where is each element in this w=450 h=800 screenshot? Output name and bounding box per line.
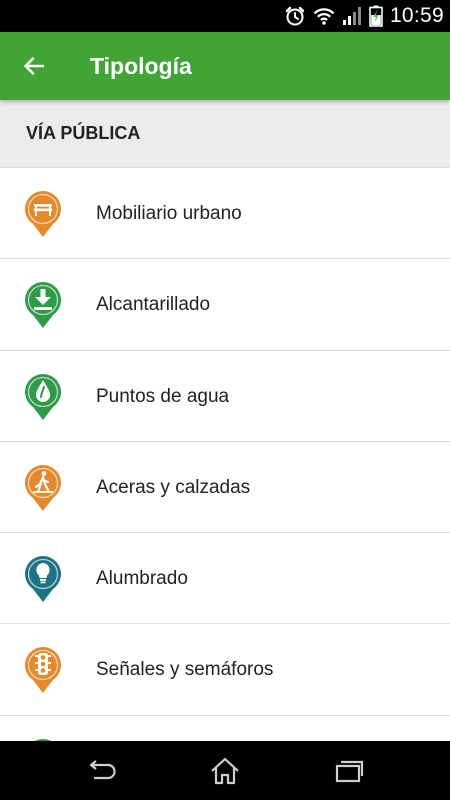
back-button[interactable] — [14, 46, 54, 86]
list-item-senales-y-semaforos[interactable]: Señales y semáforos — [0, 624, 450, 716]
list-item-label: Aceras y calzadas — [96, 476, 251, 498]
section-title: VÍA PÚBLICA — [26, 123, 141, 143]
list-item-partial[interactable] — [0, 716, 450, 741]
list-item-label: Señales y semáforos — [96, 659, 274, 681]
list-item-label: Mobiliario urbano — [96, 203, 242, 224]
bench-icon — [25, 191, 61, 237]
light-bulb-icon — [25, 556, 61, 603]
page-title: Tipología — [90, 53, 192, 79]
recent-apps-icon — [335, 760, 364, 782]
list-item-puntos-de-agua[interactable]: Puntos de agua — [0, 351, 450, 442]
arrow-left-icon — [24, 57, 45, 75]
status-time: 10:59 — [389, 4, 444, 27]
list-item-label: Alumbrado — [96, 568, 188, 590]
app-bar: Tipología — [0, 32, 450, 100]
list-item-alumbrado[interactable]: Alumbrado — [0, 533, 450, 625]
pedestrian-icon — [25, 464, 61, 511]
traffic-light-icon — [25, 647, 61, 694]
list-item-mobiliario-urbano[interactable]: Mobiliario urbano — [0, 168, 450, 260]
navigation-bar — [0, 741, 450, 800]
nav-home-button[interactable] — [190, 741, 260, 800]
list-item-alcantarillado[interactable]: Alcantarillado — [0, 259, 450, 351]
signal-icon — [342, 7, 361, 25]
status-bar: 10:59 — [0, 0, 450, 32]
back-icon — [89, 759, 116, 779]
list-item-label: Puntos de agua — [96, 385, 230, 407]
wifi-icon — [313, 8, 335, 25]
list-item-aceras-y-calzadas[interactable]: Aceras y calzadas — [0, 442, 450, 534]
home-icon — [211, 757, 239, 784]
drain-icon — [25, 282, 61, 329]
alarm-icon — [285, 6, 305, 26]
water-drop-icon — [25, 373, 61, 420]
battery-charging-icon — [369, 5, 383, 27]
nav-recent-apps-button[interactable] — [314, 741, 384, 800]
section-header: VÍA PÚBLICA — [0, 100, 450, 168]
list-item-label: Alcantarillado — [96, 294, 211, 316]
category-list: Mobiliario urbano Alcantarillado Puntos … — [0, 168, 450, 741]
nav-back-button[interactable] — [66, 741, 136, 800]
